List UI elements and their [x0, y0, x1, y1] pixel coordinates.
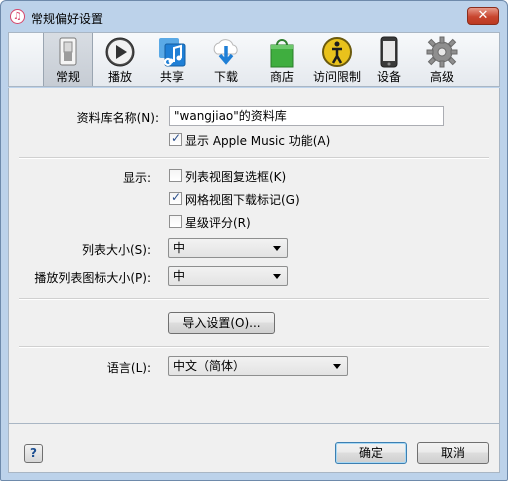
playlist-icon-size-value: 中	[173, 269, 186, 283]
chevron-down-icon	[273, 274, 281, 279]
tab-label: 常规	[55, 70, 80, 84]
window-title: 常规偏好设置	[31, 12, 104, 26]
tab-label: 访问限制	[312, 70, 361, 84]
show-label: 显示:	[122, 171, 151, 185]
store-bag-icon	[270, 39, 294, 68]
library-name-label: 资料库名称(N):	[76, 111, 159, 125]
section-divider	[19, 346, 489, 348]
sharing-music-icon	[159, 38, 186, 67]
list-size-select[interactable]: 中	[168, 238, 288, 258]
tab-playback[interactable]: 播放	[97, 33, 143, 86]
grid-download-badge-label: 网格视图下载标记(G)	[185, 193, 300, 207]
star-ratings-label: 星级评分(R)	[185, 216, 251, 230]
tab-downloads[interactable]: 下载	[203, 33, 249, 86]
tab-label: 设备	[376, 70, 401, 84]
section-divider	[19, 298, 489, 300]
tab-label: 共享	[159, 70, 184, 84]
title-bar: ♫ 常规偏好设置 ✕	[1, 1, 507, 32]
playlist-icon-size-select[interactable]: 中	[168, 266, 288, 286]
preferences-toolbar: 常规 播放 共享 下载 商店 访问限制 设备 高级	[8, 32, 500, 87]
language-select[interactable]: 中文（简体）	[168, 356, 348, 376]
section-divider	[19, 157, 489, 159]
tab-sharing[interactable]: 共享	[149, 33, 195, 86]
itunes-note-icon: ♫	[10, 9, 25, 24]
device-phone-icon	[380, 36, 398, 68]
general-switch-icon	[59, 37, 77, 66]
download-cloud-icon	[213, 39, 238, 65]
preferences-window: ♫ 常规偏好设置 ✕ 常规 播放 共享 下载 商店 访问限制 设备 高级 资料库…	[0, 0, 508, 481]
help-button[interactable]: ?	[24, 444, 43, 463]
play-icon	[105, 37, 135, 67]
language-value: 中文（简体）	[173, 359, 246, 373]
star-ratings-checkbox[interactable]	[169, 215, 182, 228]
import-settings-button[interactable]: 导入设置(O)...	[168, 312, 275, 334]
tab-advanced[interactable]: 高级	[419, 33, 465, 86]
list-size-value: 中	[173, 241, 186, 255]
list-view-checkbox-label: 列表视图复选框(K)	[185, 170, 287, 184]
apple-music-checkbox-label: 显示 Apple Music 功能(A)	[185, 134, 331, 148]
list-size-label: 列表大小(S):	[81, 243, 151, 257]
chevron-down-icon	[273, 246, 281, 251]
general-panel: 资料库名称(N): "wangjiao"的资料库 ✓ 显示 Apple Musi…	[8, 88, 500, 424]
library-name-input[interactable]: "wangjiao"的资料库	[169, 106, 444, 126]
chevron-down-icon	[333, 364, 341, 369]
tab-label: 高级	[429, 70, 454, 84]
tab-store[interactable]: 商店	[259, 33, 305, 86]
tab-restrictions[interactable]: 访问限制	[309, 33, 365, 86]
tab-label: 播放	[107, 70, 132, 84]
language-label: 语言(L):	[106, 361, 151, 375]
close-button[interactable]: ✕	[467, 7, 499, 25]
tab-devices[interactable]: 设备	[367, 33, 411, 86]
restrictions-icon	[322, 37, 352, 67]
tab-general[interactable]: 常规	[43, 33, 93, 86]
grid-download-badge-checkbox[interactable]: ✓	[169, 190, 182, 205]
tab-label: 下载	[213, 70, 238, 84]
cancel-button[interactable]: 取消	[417, 442, 489, 464]
tab-label: 商店	[269, 70, 294, 84]
list-view-checkbox[interactable]	[169, 169, 182, 182]
ok-button[interactable]: 确定	[335, 442, 407, 464]
dialog-footer: ? 确定 取消	[8, 424, 500, 473]
playlist-icon-size-label: 播放列表图标大小(P):	[34, 271, 151, 285]
gear-icon	[426, 36, 458, 68]
apple-music-checkbox[interactable]: ✓	[169, 131, 182, 146]
